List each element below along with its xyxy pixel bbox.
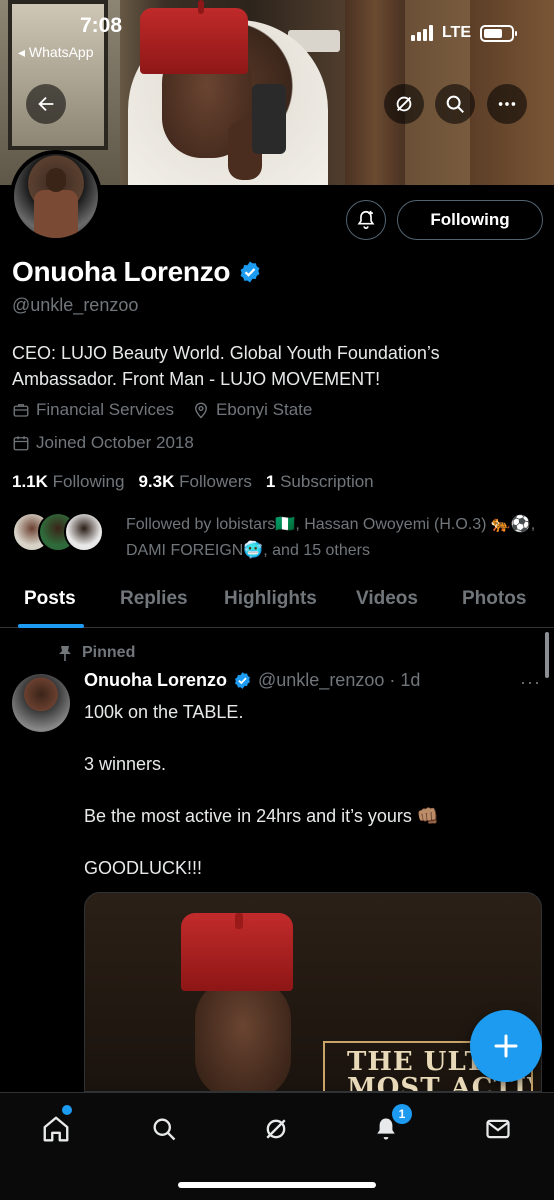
media-cap-tip (235, 913, 243, 929)
post-text-line: GOODLUCK!!! (84, 858, 203, 878)
home-badge-dot (62, 1105, 72, 1115)
verified-badge-icon (235, 672, 250, 689)
search-icon (153, 1118, 176, 1141)
grok-icon (266, 1119, 286, 1139)
more-options-button[interactable] (487, 84, 527, 124)
banner-phone (252, 84, 286, 154)
search-button[interactable] (435, 84, 475, 124)
signal-icon (410, 25, 433, 41)
status-time: 7:08 (80, 14, 123, 37)
pin-icon (59, 646, 71, 661)
more-horizontal-icon (498, 102, 516, 106)
tab-photos[interactable]: Photos (462, 588, 526, 610)
back-button[interactable] (26, 84, 66, 124)
battery-icon (480, 24, 517, 42)
post-text-line: 100k on the TABLE. (84, 702, 244, 722)
messages-icon (486, 1119, 510, 1139)
grok-icon (396, 96, 412, 112)
profile-name: Onuoha Lorenzo (12, 256, 231, 287)
profile-category: Financial Services (12, 400, 174, 420)
network-label: LTE (441, 24, 471, 41)
plus-icon (494, 1034, 518, 1058)
grok-button[interactable] (384, 84, 424, 124)
home-indicator[interactable] (178, 1182, 376, 1188)
bell-plus-icon (357, 210, 375, 230)
tab-videos[interactable]: Videos (356, 588, 418, 610)
profile-joined: Joined October 2018 (12, 433, 194, 453)
following-button[interactable]: Following (397, 200, 543, 240)
post-text-line: 3 winners. (84, 754, 167, 774)
compose-button[interactable] (470, 1010, 542, 1082)
location-pin-icon (195, 402, 207, 419)
status-indicators: LTE (410, 24, 517, 42)
scrollbar[interactable] (545, 632, 549, 678)
arrow-left-icon (38, 96, 54, 112)
profile-stats: 1.1K Following 9.3K Followers 1 Subscrip… (12, 472, 374, 492)
following-stat[interactable]: 1.1K Following (12, 472, 124, 492)
post-author-avatar[interactable] (12, 674, 70, 732)
nav-home[interactable] (38, 1111, 74, 1147)
post-more-icon[interactable]: ··· (520, 672, 541, 693)
category-label: Financial Services (36, 400, 174, 419)
tab-replies[interactable]: Replies (120, 588, 188, 610)
nav-grok[interactable] (258, 1111, 294, 1147)
subscription-stat[interactable]: 1 Subscription (266, 472, 374, 492)
joined-label: Joined October 2018 (36, 433, 194, 452)
profile-avatar[interactable] (10, 150, 102, 242)
post-handle-time[interactable]: @unkle_renzoo · 1d (258, 670, 420, 691)
profile-meta-row: Financial Services Ebonyi State (12, 400, 324, 420)
notification-bell-button[interactable] (346, 200, 386, 240)
location-label: Ebonyi State (215, 400, 313, 419)
back-to-app-link[interactable]: ◂ WhatsApp (18, 44, 94, 61)
verified-badge-icon[interactable] (238, 260, 262, 284)
profile-bio: CEO: LUJO Beauty World. Global Youth Fou… (12, 343, 440, 389)
profile-name-row: Onuoha Lorenzo (12, 256, 262, 288)
post-text-line: Be the most active in 24hrs and it’s you… (84, 806, 440, 826)
nav-messages[interactable] (480, 1111, 516, 1147)
post-header: Onuoha Lorenzo @unkle_renzoo · 1d (84, 670, 420, 691)
followers-stat[interactable]: 9.3K Followers (138, 472, 251, 492)
followed-by-avatars[interactable] (12, 512, 104, 552)
nav-search[interactable] (146, 1111, 182, 1147)
banner-red-cap (140, 8, 248, 74)
profile-handle: @unkle_renzoo (12, 295, 139, 315)
home-icon (43, 1116, 69, 1142)
avatar (64, 512, 104, 552)
calendar-icon (13, 436, 29, 451)
notification-count-badge: 1 (392, 1104, 412, 1124)
media-face (195, 979, 291, 1091)
briefcase-icon (13, 404, 29, 417)
tab-highlights[interactable]: Highlights (224, 588, 317, 610)
search-icon (446, 95, 464, 113)
post-author-name[interactable]: Onuoha Lorenzo (84, 670, 227, 691)
active-tab-indicator (18, 624, 84, 628)
pinned-label-row: Pinned (58, 644, 135, 662)
tab-posts[interactable]: Posts (24, 588, 76, 610)
followed-by-text[interactable]: Followed by lobistars🇳🇬, Hassan Owoyemi … (126, 512, 546, 564)
profile-location: Ebonyi State (192, 400, 312, 420)
pinned-label: Pinned (82, 644, 136, 661)
profile-tabs: Posts Replies Highlights Videos Photos (0, 580, 554, 628)
banner-cap-tip (198, 0, 204, 14)
